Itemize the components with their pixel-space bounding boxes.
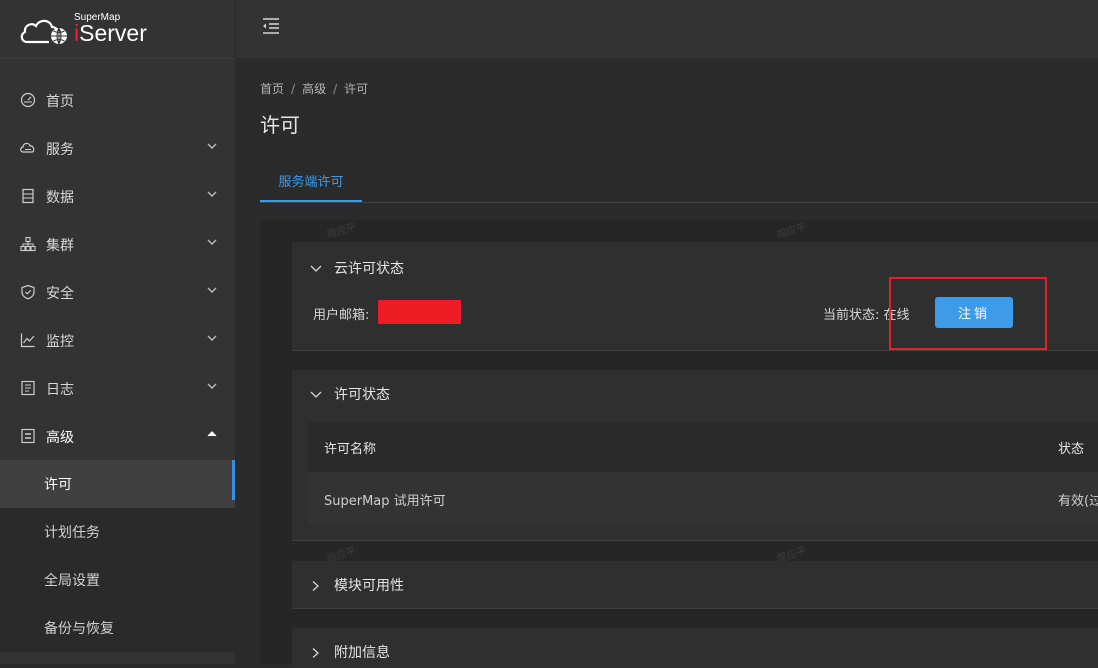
sidebar-subitem-label: 备份与恢复 (44, 621, 114, 637)
module-availability-header[interactable]: 模块可用性 (310, 575, 404, 595)
panel-title: 模块可用性 (334, 578, 404, 594)
sidebar-item-data[interactable]: 数据 (0, 172, 235, 220)
sidebar-menu: 首页 服务 数据 集群 安全 监控 日志 高级 许可 计划任务 全局设置 备份与… (0, 76, 235, 652)
highlight-annotation (889, 277, 1047, 350)
sidebar-subitem-backup-restore[interactable]: 备份与恢复 (0, 604, 235, 652)
dashboard-icon (20, 92, 36, 108)
brand-name: iServer (74, 20, 147, 46)
license-state: 有效(过 (1058, 494, 1098, 509)
sidebar-item-label: 服务 (46, 142, 74, 158)
license-table: 许可名称 状态 SuperMap 试用许可 有效(过 (308, 422, 1098, 524)
logo[interactable]: SuperMap iServer (0, 0, 235, 59)
cloud-globe-icon (20, 19, 67, 45)
column-header-status: 状态 (1058, 442, 1085, 457)
cluster-icon (20, 236, 36, 252)
license-status-header[interactable]: 许可状态 (310, 384, 390, 404)
line-chart-icon (20, 333, 35, 348)
cloud-service-icon (20, 142, 35, 153)
panel-title: 许可状态 (334, 387, 390, 403)
chevron-down-icon (310, 265, 322, 272)
chevron-down-icon (207, 191, 217, 197)
advanced-icon (21, 428, 35, 444)
breadcrumb-advanced[interactable]: 高级 (302, 82, 326, 96)
page-title: 许可 (260, 113, 300, 137)
sidebar-item-services[interactable]: 服务 (0, 124, 235, 172)
sidebar-subitem-label: 计划任务 (44, 525, 100, 541)
email-label: 用户邮箱: (313, 308, 370, 323)
sidebar-item-label: 首页 (46, 94, 74, 110)
top-bar (235, 0, 1098, 58)
sidebar-item-label: 监控 (46, 334, 74, 350)
panel-title: 云许可状态 (334, 261, 404, 277)
tab-server-license[interactable]: 服务端许可 (260, 165, 362, 202)
sidebar-item-label: 高级 (46, 430, 74, 446)
sidebar: SuperMap iServer 首页 服务 数据 集群 安全 监控 日志 高级… (0, 0, 235, 664)
sidebar-item-security[interactable]: 安全 (0, 268, 235, 316)
chevron-down-icon (207, 143, 217, 149)
advanced-submenu: 许可 计划任务 全局设置 备份与恢复 (0, 460, 235, 652)
breadcrumb: 首页 / 高级 / 许可 (260, 82, 369, 96)
chevron-right-icon (312, 648, 319, 658)
chevron-right-icon (312, 581, 319, 591)
sidebar-subitem-label: 全局设置 (44, 573, 100, 589)
panel-title: 附加信息 (334, 645, 390, 661)
module-availability-panel: 模块可用性 (292, 561, 1098, 609)
extra-info-header[interactable]: 附加信息 (310, 642, 390, 662)
sidebar-subitem-license[interactable]: 许可 (0, 460, 235, 508)
chevron-down-icon (310, 391, 322, 398)
table-row[interactable]: SuperMap 试用许可 有效(过 (308, 472, 1098, 524)
sidebar-subitem-scheduled-tasks[interactable]: 计划任务 (0, 508, 235, 556)
chevron-down-icon (207, 287, 217, 293)
column-header-name: 许可名称 (324, 442, 377, 457)
sidebar-item-label: 安全 (46, 286, 74, 302)
chevron-down-icon (207, 239, 217, 245)
license-status-panel: 许可状态 许可名称 状态 SuperMap 试用许可 有效(过 (292, 370, 1098, 541)
sidebar-subitem-label: 许可 (44, 477, 72, 493)
chevron-down-icon (207, 335, 217, 341)
sidebar-item-label: 数据 (46, 190, 74, 206)
log-icon (21, 380, 35, 396)
sidebar-item-cluster[interactable]: 集群 (0, 220, 235, 268)
tab-bar: 服务端许可 (260, 165, 1098, 203)
sidebar-item-label: 集群 (46, 238, 74, 254)
chevron-up-icon (207, 431, 217, 437)
database-icon (22, 188, 34, 204)
menu-fold-icon[interactable] (261, 17, 281, 35)
shield-icon (21, 284, 35, 300)
extra-info-panel: 附加信息 (292, 628, 1098, 668)
redacted-email (378, 300, 461, 324)
sidebar-item-monitor[interactable]: 监控 (0, 316, 235, 364)
cloud-license-header[interactable]: 云许可状态 (310, 258, 404, 278)
sidebar-item-logs[interactable]: 日志 (0, 364, 235, 412)
breadcrumb-license: 许可 (344, 82, 369, 96)
sidebar-subitem-global-settings[interactable]: 全局设置 (0, 556, 235, 604)
sidebar-item-home[interactable]: 首页 (0, 76, 235, 124)
sidebar-item-advanced[interactable]: 高级 (0, 412, 235, 460)
sidebar-item-label: 日志 (46, 382, 74, 398)
chevron-down-icon (207, 383, 217, 389)
license-name: SuperMap 试用许可 (324, 494, 446, 509)
breadcrumb-home[interactable]: 首页 (260, 82, 284, 96)
table-header: 许可名称 状态 (308, 422, 1098, 472)
